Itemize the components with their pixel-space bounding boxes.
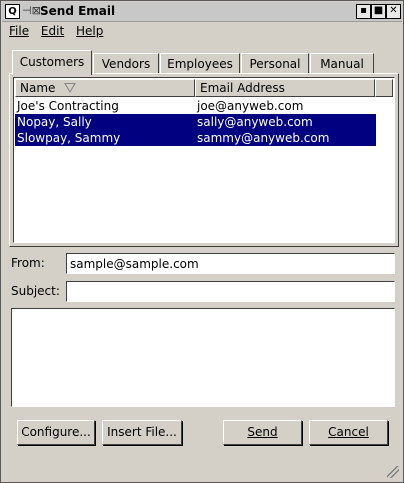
send-email-window: Q ⊣⊠ Send Email ▪ ■ ✕ File Edit Help Cus… [0,0,404,483]
menu-help[interactable]: Help [72,23,107,39]
pin-icon[interactable]: ⊣⊠ [22,4,41,17]
subject-field[interactable] [66,281,395,302]
tab-vendors[interactable]: Vendors [93,53,159,74]
list-row-selected[interactable]: Nopay, Sally sally@anyweb.com [15,114,376,130]
list-row-selected[interactable]: Slowpay, Sammy sammy@anyweb.com [15,130,376,146]
row-name: Joe's Contracting [17,99,119,113]
cancel-button[interactable]: Cancel [309,420,388,445]
tab-manual[interactable]: Manual [310,53,374,74]
from-field[interactable] [66,253,395,274]
menu-file[interactable]: File [5,23,33,39]
minimize-icon[interactable]: ▪ [356,4,371,19]
message-body-textarea[interactable] [11,308,395,407]
subject-label: Subject: [11,284,60,298]
row-name: Nopay, Sally [17,115,92,129]
column-email-label: Email Address [200,81,285,95]
list-row[interactable]: Joe's Contracting joe@anyweb.com [15,98,393,114]
configure-button[interactable]: Configure... [17,420,95,445]
app-icon[interactable]: Q [5,4,20,19]
contacts-list[interactable]: Name Email Address Joe's Contracting joe… [13,77,395,243]
resize-grip-icon[interactable] [387,466,399,478]
row-email: sally@anyweb.com [197,115,313,129]
row-email: sammy@anyweb.com [197,131,330,145]
tab-customers[interactable]: Customers [12,50,92,75]
menu-edit[interactable]: Edit [37,23,68,39]
maximize-icon[interactable]: ■ [371,4,386,19]
insert-file-button[interactable]: Insert File... [102,420,182,445]
row-name: Slowpay, Sammy [17,131,121,145]
title-bar[interactable]: Q ⊣⊠ Send Email ▪ ■ ✕ [2,2,402,22]
column-header-email[interactable]: Email Address [195,79,375,97]
column-name-label: Name [20,81,56,95]
close-icon[interactable]: ✕ [386,4,401,19]
window-title: Send Email [40,4,116,18]
list-rows: Joe's Contracting joe@anyweb.com Nopay, … [15,98,393,146]
menu-bar: File Edit Help [5,23,107,41]
send-button[interactable]: Send [223,420,302,445]
list-header: Name Email Address [15,79,393,97]
from-label: From: [11,256,45,270]
column-header-filler [375,79,393,97]
tab-personal[interactable]: Personal [241,53,309,74]
row-email: joe@anyweb.com [197,99,304,113]
tab-employees[interactable]: Employees [160,53,240,74]
column-header-name[interactable]: Name [15,79,195,97]
sort-descending-icon [64,83,76,93]
